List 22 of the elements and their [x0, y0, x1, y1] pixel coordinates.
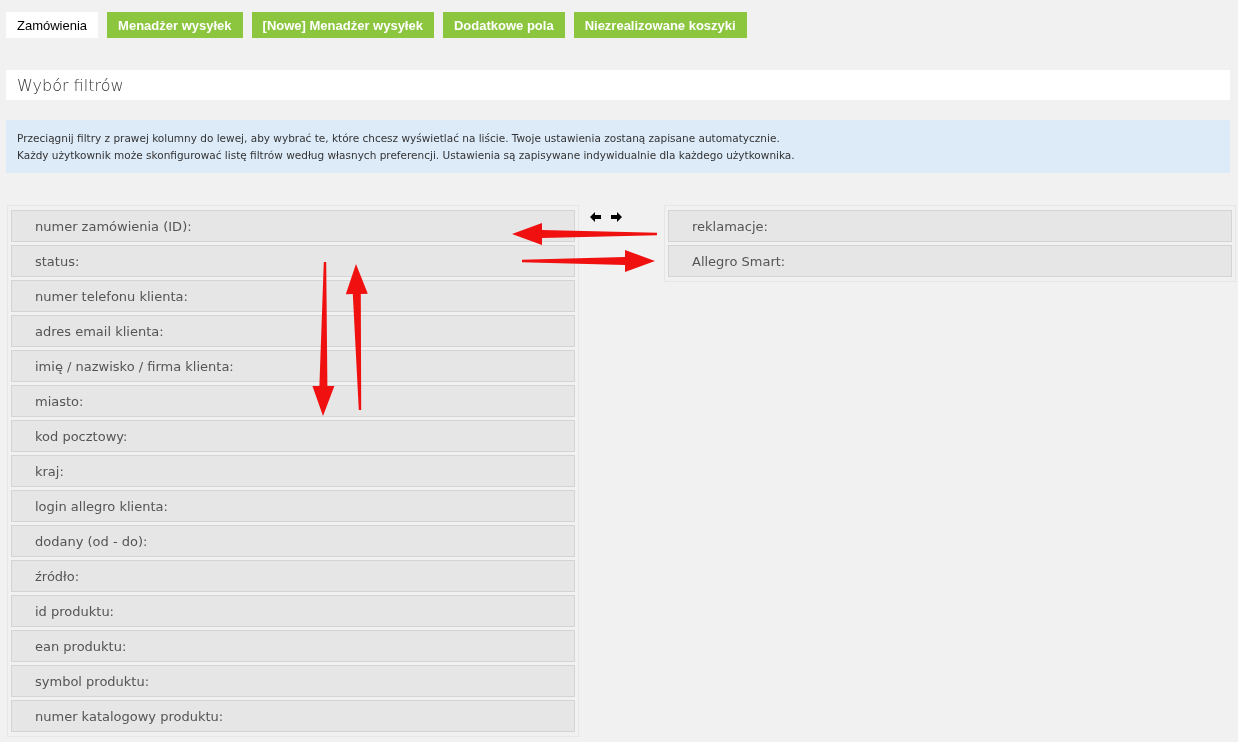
filter-item[interactable]: imię / nazwisko / firma klienta:: [11, 350, 575, 382]
filter-item[interactable]: ean produktu:: [11, 630, 575, 662]
filter-item[interactable]: id produktu:: [11, 595, 575, 627]
filter-item[interactable]: kod pocztowy:: [11, 420, 575, 452]
filter-item[interactable]: status:: [11, 245, 575, 277]
section-title: Wybór filtrów: [6, 70, 1230, 100]
left-right-arrows-icon: [589, 210, 623, 224]
filter-item[interactable]: login allegro klienta:: [11, 490, 575, 522]
filter-item[interactable]: kraj:: [11, 455, 575, 487]
filter-item[interactable]: symbol produktu:: [11, 665, 575, 697]
filter-item[interactable]: numer zamówienia (ID):: [11, 210, 575, 242]
filter-item[interactable]: miasto:: [11, 385, 575, 417]
filter-item[interactable]: źródło:: [11, 560, 575, 592]
info-text: Każdy użytkownik może skonfigurować listę filtrów według własnych preferencji. Ustawienia są zapisywane indywidualnie dla każdego użytkownika.: [17, 148, 796, 163]
filter-item[interactable]: reklamacje:: [668, 210, 1232, 242]
filter-item[interactable]: adres email klienta:: [11, 315, 575, 347]
info-text: Przeciągnij filtry z prawej kolumny do lewej, aby wybrać te, które chcesz wyświetlać na liście. Twoje ustawienia zostaną zapisane automatycznie.: [17, 131, 781, 146]
tab[interactable]: Zamówienia: [6, 12, 99, 38]
filter-item[interactable]: Allegro Smart:: [668, 245, 1232, 277]
filter-item[interactable]: numer telefonu klienta:: [11, 280, 575, 312]
filter-item[interactable]: numer katalogowy produktu:: [11, 700, 575, 732]
filter-item[interactable]: dodany (od - do):: [11, 525, 575, 557]
